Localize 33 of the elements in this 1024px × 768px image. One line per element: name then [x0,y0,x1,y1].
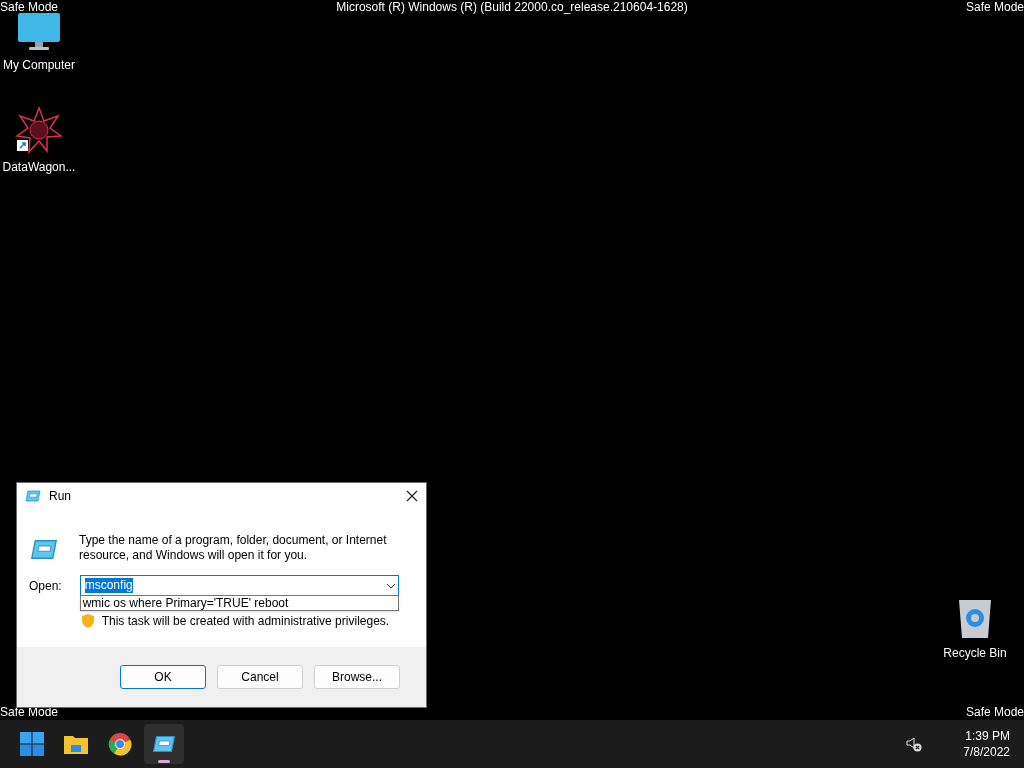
icon-label[interactable]: Recycle Bin [943,644,1007,662]
shield-icon [81,614,94,628]
taskbar-button[interactable] [144,724,184,764]
suggestion-item[interactable]: wmic os where Primary='TRUE' reboot [79,595,399,611]
command-text: msconfig [84,578,133,593]
safe-mode-label: Safe Mode [965,705,1024,720]
window-icon [25,490,41,502]
build-title: Microsoft (R) Windows (R) (Build 22000.co_release.210604-1628) [336,0,688,15]
clock-time[interactable]: 1:39 PM [965,728,1010,744]
windows-logo-icon [20,732,44,756]
icon-label[interactable]: DataWagon... [2,158,76,176]
chrome-icon [108,732,132,756]
command-combobox[interactable]: msconfig [79,575,399,596]
dialog-button[interactable]: Cancel [217,665,303,689]
dialog-button[interactable]: OK [120,665,206,689]
admin-note: This task will be created with administrative privileges. [101,613,390,630]
dialog-button[interactable]: Browse... [314,665,400,689]
close-icon[interactable] [406,490,418,502]
safe-mode-label: Safe Mode [0,0,59,15]
recycle-bin-icon [957,598,993,640]
dialog-description: Type the name of a program, folder, document, or Internet resource, and Windows will open it for you. [79,533,388,563]
clock-date[interactable]: 7/8/2022 [963,744,1010,760]
monitor-icon [17,12,61,52]
window-title: Run [49,488,72,505]
active-indicator [158,760,170,763]
folder-icon [63,733,89,755]
safe-mode-label: Safe Mode [965,0,1024,15]
star-emblem-icon [15,106,63,154]
muted-speaker-icon[interactable] [906,736,922,752]
window-icon [30,539,58,560]
icon-label[interactable]: My Computer [3,56,75,74]
open-label: Open: [29,577,62,595]
window-icon [152,735,176,753]
